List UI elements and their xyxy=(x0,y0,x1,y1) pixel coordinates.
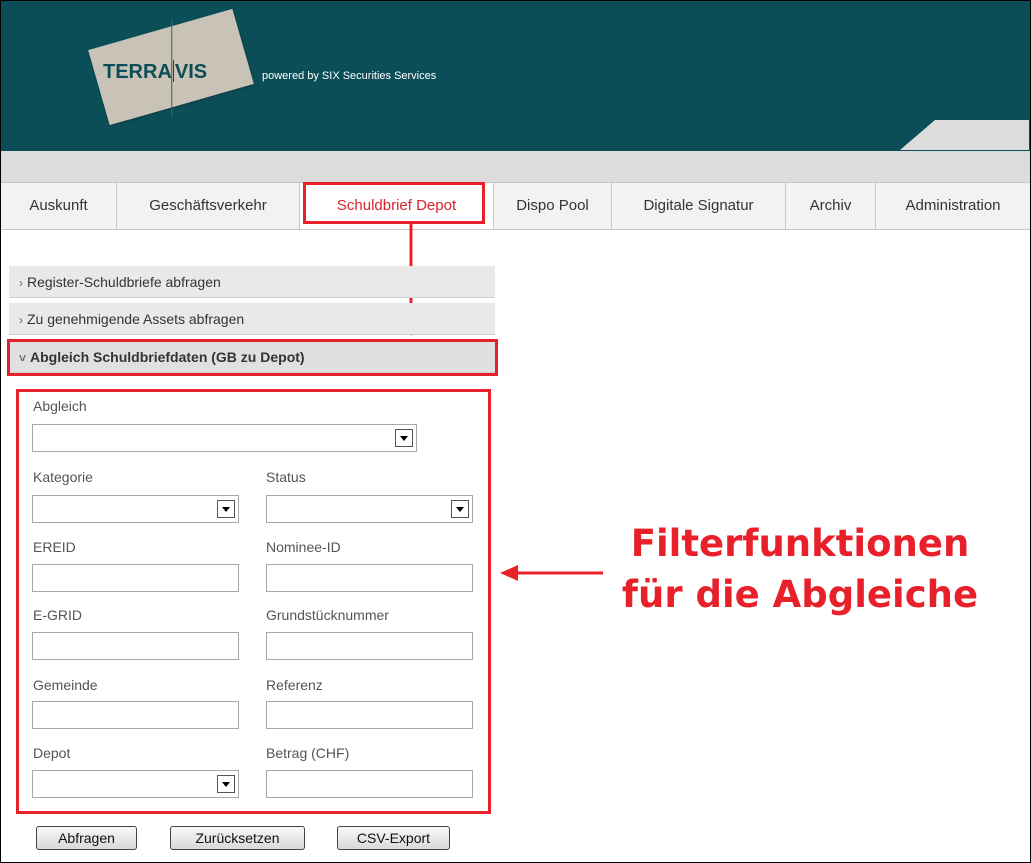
referenz-label: Referenz xyxy=(266,677,323,693)
dropdown-arrow-icon xyxy=(217,775,235,793)
chevron-right-icon: › xyxy=(19,276,23,290)
referenz-input[interactable] xyxy=(266,701,473,729)
gemeinde-label: Gemeinde xyxy=(33,677,98,693)
dropdown-arrow-icon xyxy=(395,429,413,447)
csv-export-button[interactable]: CSV-Export xyxy=(337,826,450,850)
abgleich-select[interactable] xyxy=(32,424,417,452)
kategorie-label: Kategorie xyxy=(33,469,93,485)
depot-select[interactable] xyxy=(32,770,239,798)
accordion-zu-genehmigende-assets[interactable]: › Zu genehmigende Assets abfragen xyxy=(9,303,495,335)
chevron-right-icon: › xyxy=(19,313,23,327)
grundstuecknummer-label: Grundstücknummer xyxy=(266,607,389,623)
abgleich-label: Abgleich xyxy=(33,398,87,414)
accordion-label: Register-Schuldbriefe abfragen xyxy=(27,274,221,290)
gemeinde-input[interactable] xyxy=(32,701,239,729)
dropdown-arrow-icon xyxy=(451,500,469,518)
accordion-highlight-box xyxy=(7,339,498,376)
nominee-id-input[interactable] xyxy=(266,564,473,592)
dropdown-arrow-icon xyxy=(217,500,235,518)
abfragen-button[interactable]: Abfragen xyxy=(36,826,137,850)
betrag-label: Betrag (CHF) xyxy=(266,745,350,761)
left-arrow-head xyxy=(500,565,518,581)
annotation-line-2: für die Abgleiche xyxy=(621,573,979,616)
status-select[interactable] xyxy=(266,495,473,523)
betrag-input[interactable] xyxy=(266,770,473,798)
status-label: Status xyxy=(266,469,306,485)
ereid-input[interactable] xyxy=(32,564,239,592)
grundstuecknummer-input[interactable] xyxy=(266,632,473,660)
accordion-register-schuldbriefe[interactable]: › Register-Schuldbriefe abfragen xyxy=(9,266,495,298)
egrid-input[interactable] xyxy=(32,632,239,660)
filter-highlight-box xyxy=(16,389,491,814)
accordion-label: Zu genehmigende Assets abfragen xyxy=(27,311,245,327)
kategorie-select[interactable] xyxy=(32,495,239,523)
egrid-label: E-GRID xyxy=(33,607,82,623)
annotation-line-1: Filterfunktionen xyxy=(630,522,970,565)
annotation-callout: Filterfunktionen für die Abgleiche xyxy=(600,518,1000,620)
ereid-label: EREID xyxy=(33,539,76,555)
depot-label: Depot xyxy=(33,745,71,761)
zuruecksetzen-button[interactable]: Zurücksetzen xyxy=(170,826,305,850)
nominee-id-label: Nominee-ID xyxy=(266,539,341,555)
